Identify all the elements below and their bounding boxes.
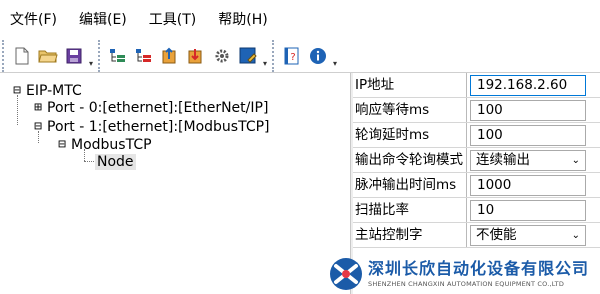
properties-icon[interactable]	[237, 45, 259, 67]
toolbar: ▾ ▾ ? ▾	[0, 38, 600, 74]
settings-gear-icon[interactable]	[211, 45, 233, 67]
tree-node-node-label: Node	[95, 154, 136, 170]
property-name: 主站控制字	[353, 223, 467, 247]
pulse-output-time-input[interactable]: 1000	[470, 175, 586, 196]
download-icon[interactable]	[185, 45, 207, 67]
property-name: 输出命令轮询模式	[353, 148, 467, 172]
svg-text:?: ?	[290, 52, 295, 63]
property-name: 轮询延时ms	[353, 123, 467, 147]
master-control-word-select[interactable]: 不使能 ⌄	[470, 225, 586, 246]
chevron-down-icon[interactable]: ⌄	[572, 151, 580, 170]
tree-connector	[17, 95, 18, 125]
new-file-icon[interactable]	[11, 45, 33, 67]
add-node-icon[interactable]	[107, 45, 129, 67]
company-logo-icon	[330, 258, 362, 290]
tree-node-node[interactable]: Node	[95, 152, 136, 172]
property-row: 脉冲输出时间ms 1000	[353, 173, 600, 198]
menu-bar: 文件(F) 编辑(E) 工具(T) 帮助(H)	[0, 0, 600, 38]
toolbar-overflow-icon[interactable]: ▾	[333, 59, 337, 68]
help-book-icon[interactable]: ?	[281, 45, 303, 67]
toolbar-overflow-icon[interactable]: ▾	[89, 59, 93, 68]
info-icon[interactable]	[307, 45, 329, 67]
toolbar-group-help: ? ▾	[272, 40, 340, 72]
output-poll-mode-value: 连续输出	[476, 152, 530, 168]
property-name: 响应等待ms	[353, 98, 467, 122]
poll-delay-input[interactable]: 100	[470, 125, 586, 146]
tree-connector	[84, 149, 85, 161]
tree-node-root-label: EIP-MTC	[26, 83, 82, 99]
tree-connector	[84, 161, 94, 162]
upload-icon[interactable]	[159, 45, 181, 67]
toolbar-group-nodes: ▾	[98, 40, 270, 72]
tree-node-port0-label: Port - 0:[ethernet]:[EtherNet/IP]	[47, 100, 269, 116]
property-row: 响应等待ms 100	[353, 98, 600, 123]
response-wait-input[interactable]: 100	[470, 100, 586, 121]
collapse-icon[interactable]: ⊟	[55, 138, 69, 152]
tree-node-port1-label: Port - 1:[ethernet]:[ModbusTCP]	[47, 119, 270, 135]
property-name: 脉冲输出时间ms	[353, 173, 467, 197]
output-poll-mode-select[interactable]: 连续输出 ⌄	[470, 150, 586, 171]
remove-node-icon[interactable]	[133, 45, 155, 67]
ip-address-input[interactable]: 192.168.2.60	[470, 75, 586, 96]
expand-icon[interactable]: ⊞	[31, 101, 45, 115]
device-tree: ⊟ EIP-MTC ⊞ Port - 0:[ethernet]:[EtherNe…	[0, 73, 350, 294]
tree-connector	[38, 131, 39, 143]
save-icon[interactable]	[63, 45, 85, 67]
tree-node-port1[interactable]: ⊟ Port - 1:[ethernet]:[ModbusTCP]	[31, 117, 270, 137]
property-name: 扫描比率	[353, 198, 467, 222]
toolbar-overflow-icon[interactable]: ▾	[263, 59, 267, 68]
menu-edit[interactable]: 编辑(E)	[73, 0, 133, 38]
tree-node-port0[interactable]: ⊞ Port - 0:[ethernet]:[EtherNet/IP]	[31, 98, 268, 118]
master-control-word-value: 不使能	[476, 227, 517, 243]
property-row: 轮询延时ms 100	[353, 123, 600, 148]
open-folder-icon[interactable]	[37, 45, 59, 67]
property-row: 扫描比率 10	[353, 198, 600, 223]
property-row: 输出命令轮询模式 连续输出 ⌄	[353, 148, 600, 173]
property-name: IP地址	[353, 73, 467, 97]
menu-help[interactable]: 帮助(H)	[212, 0, 273, 38]
menu-tools[interactable]: 工具(T)	[143, 0, 202, 38]
property-row: 主站控制字 不使能 ⌄	[353, 223, 600, 248]
property-row: IP地址 192.168.2.60	[353, 73, 600, 98]
scan-ratio-input[interactable]: 10	[470, 200, 586, 221]
menu-file[interactable]: 文件(F)	[4, 0, 63, 38]
company-watermark: 深圳长欣自动化设备有限公司 SHENZHEN CHANGXIN AUTOMATI…	[328, 254, 600, 294]
watermark-company-en: SHENZHEN CHANGXIN AUTOMATION EQUIPMENT C…	[368, 280, 565, 288]
chevron-down-icon[interactable]: ⌄	[572, 226, 580, 245]
watermark-company-cn: 深圳长欣自动化设备有限公司	[368, 259, 590, 278]
toolbar-group-file: ▾	[2, 40, 96, 72]
